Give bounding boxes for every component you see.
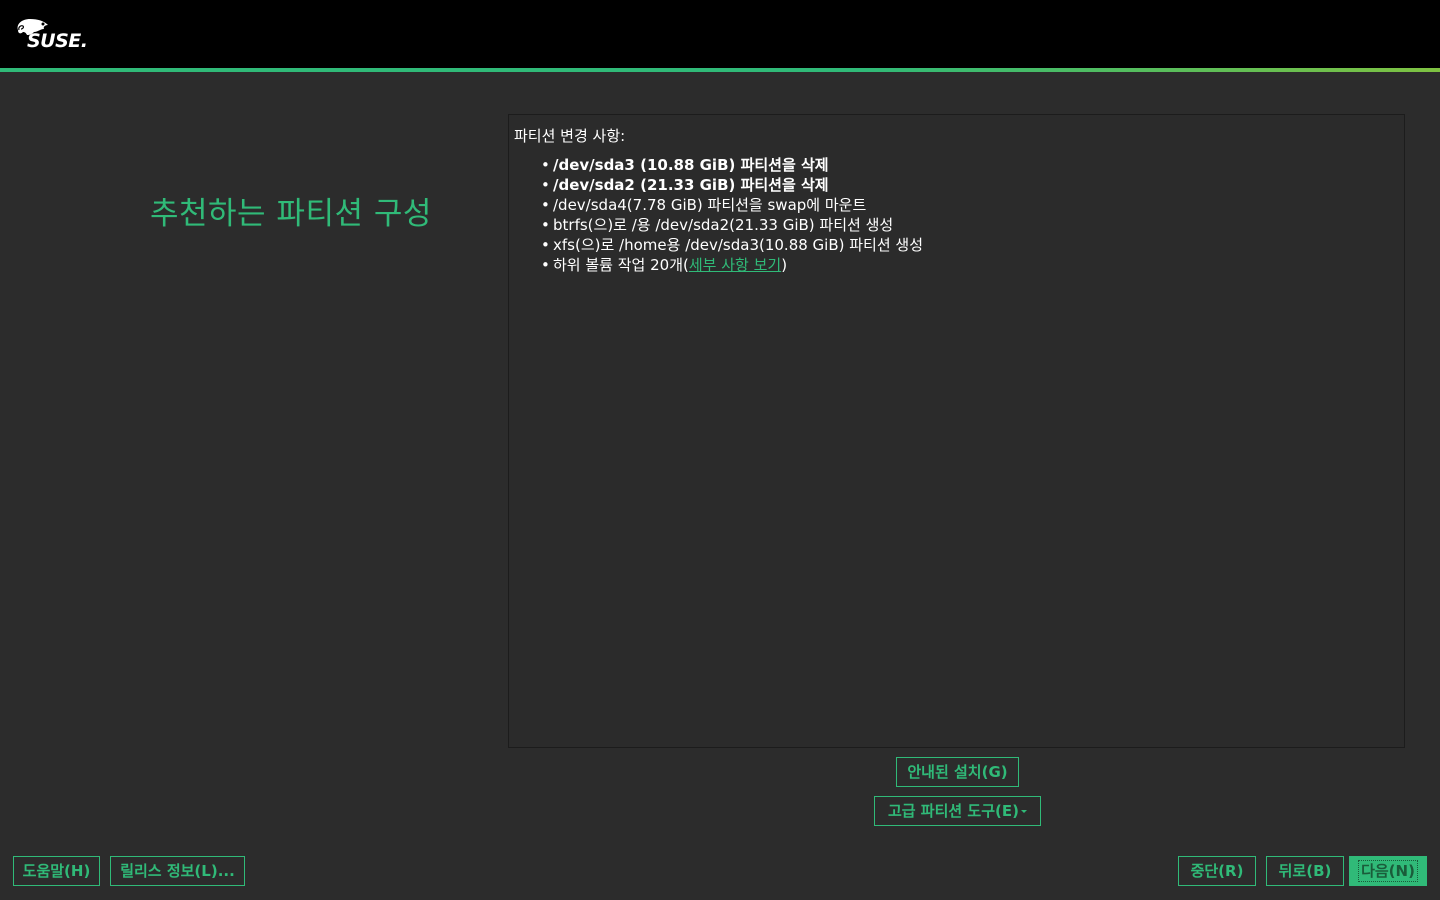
dropdown-caret-icon xyxy=(1021,810,1027,813)
bullet-icon: • xyxy=(541,236,550,254)
header-accent-line xyxy=(0,68,1440,72)
bullet-icon: • xyxy=(541,176,550,194)
suse-logo: SUSE. xyxy=(14,16,88,56)
bullet-icon: • xyxy=(541,156,550,174)
list-item: •/dev/sda3 (10.88 GiB) 파티션을 삭제 xyxy=(541,156,829,174)
list-item-subvolumes: • 하위 볼륨 작업 20개(세부 사항 보기) xyxy=(541,256,788,274)
changes-heading: 파티션 변경 사항: xyxy=(514,127,626,145)
bullet-icon: • xyxy=(541,196,550,214)
abort-button[interactable]: 중단(R) xyxy=(1178,856,1256,886)
list-item: •/dev/sda2 (21.33 GiB) 파티션을 삭제 xyxy=(541,176,829,194)
partition-changes-panel: 파티션 변경 사항: •/dev/sda3 (10.88 GiB) 파티션을 삭… xyxy=(508,114,1405,748)
expert-partitioner-button[interactable]: 고급 파티션 도구(E) xyxy=(874,796,1041,826)
bullet-icon: • xyxy=(541,256,550,274)
logo-wordmark: SUSE. xyxy=(27,30,88,52)
next-button[interactable]: 다음(N) xyxy=(1349,856,1427,886)
bullet-icon: • xyxy=(541,216,550,234)
header-bar: SUSE. xyxy=(0,0,1440,68)
changes-list: •/dev/sda3 (10.88 GiB) 파티션을 삭제 •/dev/sda… xyxy=(541,155,923,275)
list-item: • btrfs(으)로 /용 /dev/sda2(21.33 GiB) 파티션 생… xyxy=(541,216,894,234)
page-title: 추천하는 파티션 구성 xyxy=(150,196,432,232)
release-notes-button[interactable]: 릴리스 정보(L)... xyxy=(110,856,245,886)
help-button[interactable]: 도움말(H) xyxy=(13,856,100,886)
back-button[interactable]: 뒤로(B) xyxy=(1266,856,1344,886)
details-link[interactable]: 세부 사항 보기 xyxy=(689,256,781,274)
list-item: • xfs(으)로 /home용 /dev/sda3(10.88 GiB) 파티션… xyxy=(541,236,924,254)
guided-setup-button[interactable]: 안내된 설치(G) xyxy=(896,757,1019,787)
list-item: •/dev/sda4(7.78 GiB) 파티션을 swap에 마운트 xyxy=(541,196,867,214)
